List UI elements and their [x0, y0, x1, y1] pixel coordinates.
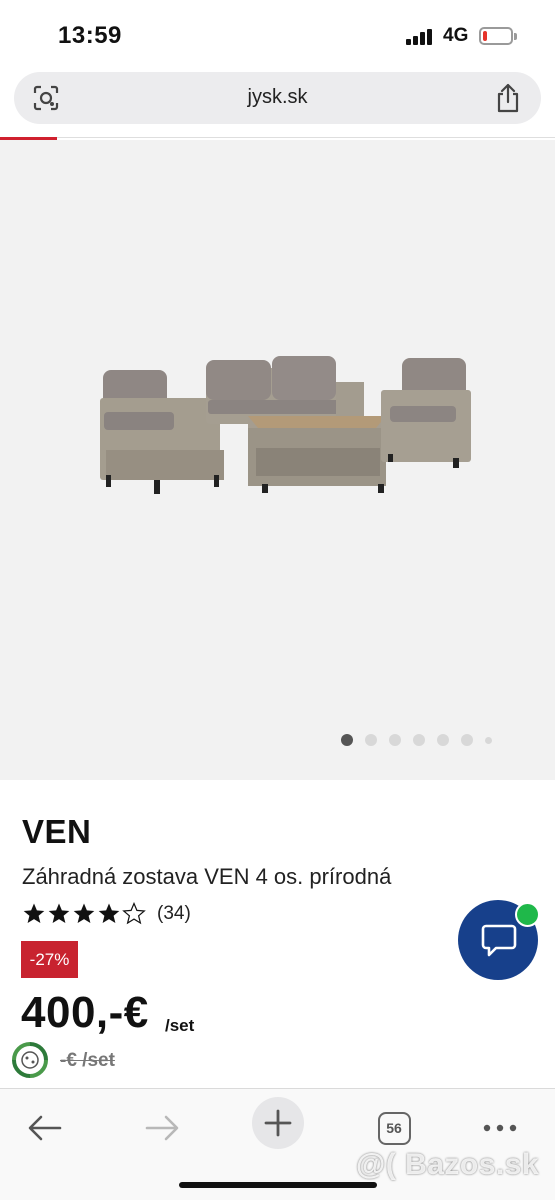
recycle-eco-icon — [12, 1042, 48, 1078]
watermark: @( Bazos.sk — [356, 1148, 540, 1181]
status-bar: 13:59 4G — [0, 0, 555, 72]
gallery-dot[interactable] — [365, 734, 377, 746]
gallery-dot[interactable] — [485, 736, 492, 744]
review-count[interactable]: (34) — [157, 903, 191, 925]
online-status-dot — [515, 902, 540, 927]
new-tab-button[interactable] — [252, 1097, 304, 1149]
address-bar[interactable]: jysk.sk — [14, 72, 541, 124]
gallery-dot[interactable] — [461, 734, 473, 746]
forward-button[interactable] — [137, 1103, 187, 1153]
more-button[interactable] — [475, 1103, 525, 1153]
gallery-dot[interactable] — [413, 734, 425, 746]
tabs-button[interactable]: 56 — [369, 1103, 419, 1153]
gallery-dot[interactable] — [437, 734, 449, 746]
star-icon — [23, 903, 45, 923]
tabs-icon: 56 — [377, 1111, 411, 1145]
back-arrow-icon — [28, 1115, 62, 1141]
product-image[interactable] — [98, 350, 478, 495]
page-divider — [0, 137, 555, 138]
back-button[interactable] — [20, 1103, 70, 1153]
product-description: Záhradná zostava VEN 4 os. prírodná — [22, 864, 392, 889]
product-gallery[interactable] — [0, 140, 555, 780]
gallery-pagination[interactable] — [341, 733, 492, 747]
price-unit: /set — [165, 1016, 195, 1035]
battery-cap — [514, 33, 517, 40]
plus-icon — [264, 1109, 292, 1137]
gallery-dot[interactable] — [341, 734, 353, 746]
rating-stars[interactable] — [22, 902, 150, 926]
battery-icon — [479, 27, 513, 45]
network-type: 4G — [443, 25, 469, 46]
forward-arrow-icon — [145, 1115, 179, 1141]
chat-bubble-icon — [481, 924, 517, 957]
product-name: VEN — [22, 813, 92, 850]
signal-strength-icon — [406, 29, 432, 45]
old-price: -€ /set — [60, 1050, 115, 1071]
battery-level — [483, 31, 487, 41]
price: 400,-€ — [21, 988, 149, 1037]
star-icon — [123, 902, 145, 924]
status-time: 13:59 — [58, 22, 122, 49]
star-icon — [48, 903, 70, 923]
star-icon — [98, 903, 120, 923]
gallery-dot[interactable] — [389, 734, 401, 746]
discount-badge: -27% — [21, 941, 78, 978]
url-text[interactable]: jysk.sk — [14, 86, 541, 109]
star-icon — [73, 903, 95, 923]
share-icon[interactable] — [495, 83, 521, 113]
more-icon — [483, 1124, 517, 1132]
home-indicator — [179, 1182, 377, 1188]
